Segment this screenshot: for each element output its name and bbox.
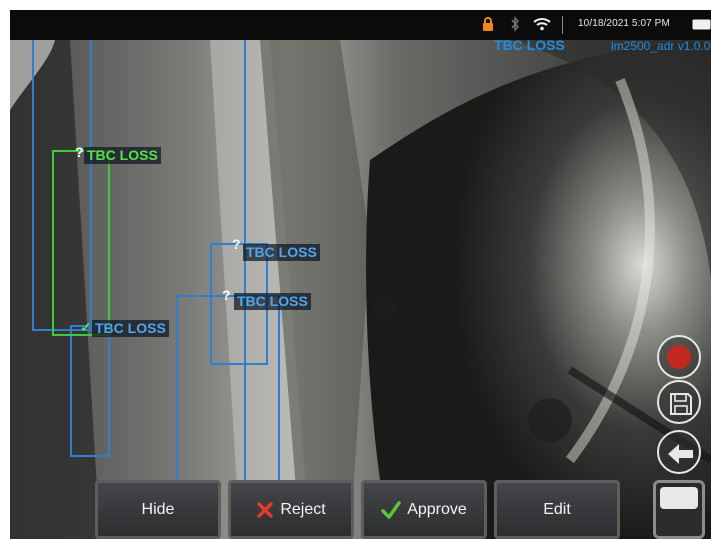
battery-icon [692, 19, 711, 30]
reject-label: Reject [280, 500, 326, 518]
detection-box-green[interactable] [52, 150, 110, 336]
bluetooth-icon [511, 16, 519, 32]
hide-label: Hide [141, 500, 175, 518]
datetime: 10/18/2021 5:07 PM [578, 18, 670, 29]
detection-frame-lower [70, 325, 110, 457]
lock-icon [483, 17, 493, 31]
wifi-icon [533, 18, 551, 31]
approve-check-icon [381, 500, 401, 519]
save-button[interactable] [657, 380, 701, 424]
reject-x-icon [257, 501, 274, 518]
uncertain-marker: ? [222, 287, 231, 303]
inspection-screen: ? TBC LOSS ✓ TBC LOSS ? TBC LOSS ? TBC L… [10, 10, 711, 539]
toggle-knob [660, 487, 698, 509]
save-icon [670, 393, 692, 415]
reject-button[interactable]: Reject [228, 480, 354, 539]
detection-label-green[interactable]: TBC LOSS [84, 147, 161, 164]
hide-button[interactable]: Hide [95, 480, 221, 539]
edit-label: Edit [543, 500, 571, 518]
check-marker-icon: ✓ [80, 319, 92, 335]
record-button[interactable] [657, 335, 701, 379]
status-bar: 10/18/2021 5:07 PM [10, 10, 711, 40]
back-arrow-icon [668, 444, 693, 464]
mode-toggle[interactable] [653, 480, 705, 539]
back-button[interactable] [657, 430, 701, 474]
borescope-image [10, 40, 711, 539]
approve-label: Approve [407, 500, 467, 518]
detection-label-lower[interactable]: TBC LOSS [92, 320, 169, 337]
uncertain-marker: ? [75, 144, 84, 160]
detection-label-center[interactable]: TBC LOSS [243, 244, 320, 261]
uncertain-marker: ? [232, 236, 241, 252]
camera-view: ? TBC LOSS ✓ TBC LOSS ? TBC LOSS ? TBC L… [10, 37, 711, 539]
record-icon [667, 345, 691, 369]
detection-label-mid[interactable]: TBC LOSS [234, 293, 311, 310]
action-bar: Hide Reject Approve Edit [95, 477, 627, 539]
approve-button[interactable]: Approve [361, 480, 487, 539]
status-divider [562, 16, 563, 34]
model-version: lm2500_adr v1.0.0 [611, 39, 711, 53]
edit-button[interactable]: Edit [494, 480, 620, 539]
